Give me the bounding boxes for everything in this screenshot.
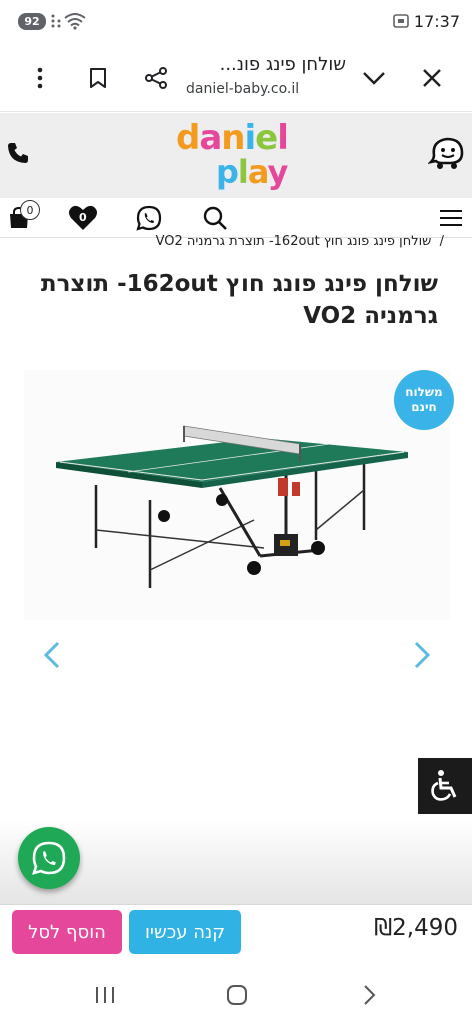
- bookmark-icon[interactable]: [82, 62, 114, 94]
- gallery-prev-arrow[interactable]: [38, 640, 68, 670]
- search-icon: [203, 206, 227, 230]
- gallery-next-arrow[interactable]: [406, 640, 436, 670]
- wheelchair-icon: [431, 770, 457, 801]
- accessibility-button[interactable]: [418, 758, 472, 814]
- breadcrumb: / שולחן פינג פונג חוץ 162out- תוצרת גרמנ…: [24, 234, 444, 249]
- site-nav: 0 0: [0, 198, 472, 238]
- recent-apps-icon[interactable]: [90, 980, 120, 1010]
- add-to-cart-button[interactable]: הוסף לסל: [12, 910, 122, 954]
- tab-title: שולחן פינג פונ...: [219, 54, 346, 75]
- system-nav-bar: [0, 966, 472, 1024]
- breadcrumb-separator: /: [439, 234, 444, 249]
- product-price: ₪2,490: [374, 915, 458, 941]
- clock: 17:37: [413, 12, 460, 31]
- free-shipping-line2: חינם: [411, 400, 437, 414]
- ping-pong-table-image: [56, 425, 408, 588]
- screen-cast-icon: [392, 12, 410, 34]
- logo-text-daniel: daniel: [176, 118, 289, 158]
- signal-icon: [50, 12, 62, 32]
- buy-now-button[interactable]: קנה עכשיו: [129, 910, 241, 954]
- site-header: daniel play: [0, 113, 472, 198]
- whatsapp-button[interactable]: [134, 204, 164, 232]
- chevron-down-icon[interactable]: [358, 62, 390, 94]
- menu-button[interactable]: [436, 204, 466, 232]
- url-bar[interactable]: שולחן פינג פונ... daniel-baby.co.il: [186, 54, 346, 97]
- chevron-left-icon: [43, 641, 60, 669]
- battery-indicator: 92: [18, 13, 46, 30]
- product-title: שולחן פינג פונג חוץ 162out- תוצרת גרמניה…: [40, 271, 438, 329]
- free-shipping-line1: משלוח: [405, 385, 443, 399]
- close-icon[interactable]: [416, 62, 448, 94]
- status-bar: 92 17:37: [0, 0, 472, 44]
- hamburger-menu-icon: [440, 210, 462, 226]
- chevron-right-icon: [414, 641, 431, 669]
- product-image[interactable]: [24, 370, 450, 620]
- whatsapp-icon: [32, 841, 66, 875]
- site-logo[interactable]: daniel play: [176, 119, 296, 193]
- logo-text-play: play: [216, 153, 288, 191]
- free-shipping-badge: משלוח חינם: [394, 370, 454, 430]
- more-vert-icon[interactable]: [24, 62, 56, 94]
- phone-icon[interactable]: [6, 141, 30, 169]
- wifi-icon: [64, 12, 86, 34]
- wishlist-count: 0: [79, 211, 87, 224]
- whatsapp-icon: [136, 205, 162, 231]
- whatsapp-chat-button[interactable]: [18, 827, 80, 889]
- search-button[interactable]: [200, 204, 230, 232]
- wishlist-button[interactable]: 0: [68, 204, 98, 232]
- share-icon[interactable]: [140, 62, 172, 94]
- home-icon[interactable]: [222, 980, 252, 1010]
- url-domain: daniel-baby.co.il: [186, 81, 300, 97]
- waze-icon[interactable]: [427, 135, 466, 175]
- browser-toolbar: שולחן פינג פונ... daniel-baby.co.il: [0, 44, 472, 112]
- breadcrumb-current[interactable]: שולחן פינג פונג חוץ 162out- תוצרת גרמניה…: [156, 234, 432, 249]
- back-icon[interactable]: [354, 980, 384, 1010]
- purchase-bar: הוסף לסל קנה עכשיו ₪2,490: [0, 904, 472, 966]
- cart-count-badge: 0: [20, 200, 40, 220]
